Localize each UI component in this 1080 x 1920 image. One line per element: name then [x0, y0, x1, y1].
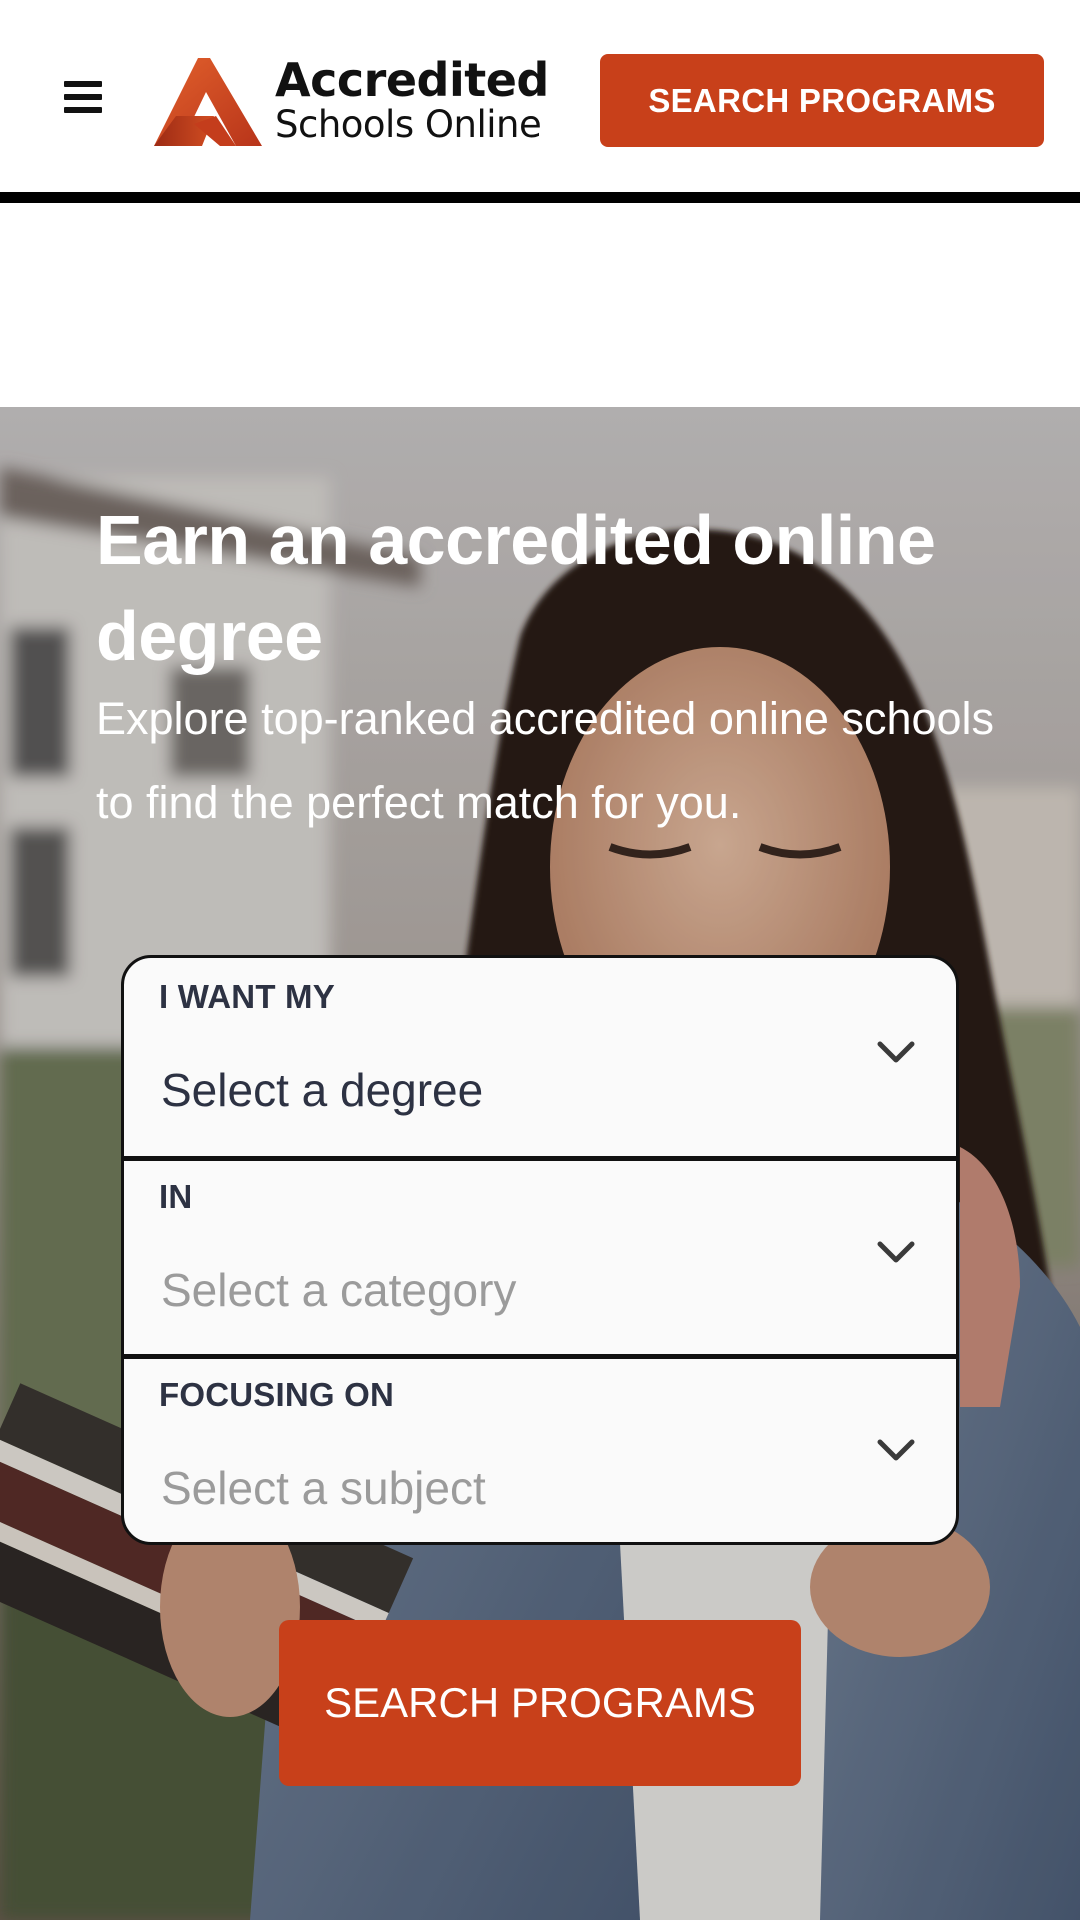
- hero-section: Earn an accredited online degree Explore…: [0, 407, 1080, 1920]
- logo-wordmark-line2: Schools Online: [275, 103, 542, 146]
- degree-select[interactable]: I WANT MY Select a degree: [124, 958, 956, 1155]
- category-select-label: IN: [159, 1178, 193, 1215]
- chevron-down-icon: [877, 1241, 915, 1263]
- category-select[interactable]: IN Select a category: [124, 1156, 956, 1353]
- hero-title: Earn an accredited online degree: [96, 501, 936, 675]
- hamburger-menu-icon[interactable]: [60, 78, 106, 118]
- hero-subtitle: Explore top-ranked accredited online sch…: [96, 693, 995, 828]
- subject-select[interactable]: FOCUSING ON Select a subject: [124, 1354, 956, 1542]
- logo-wordmark-line1: Accredited: [275, 53, 549, 107]
- degree-select-value: Select a degree: [161, 1064, 484, 1116]
- chevron-down-icon: [877, 1041, 915, 1063]
- subject-select-value: Select a subject: [161, 1462, 486, 1514]
- degree-select-label: I WANT MY: [159, 978, 335, 1015]
- program-search-form: I WANT MY Select a degree IN Select a ca…: [121, 955, 959, 1545]
- site-header: Accredited Schools Online SEARCH PROGRAM…: [0, 0, 1080, 203]
- logo-mark-icon: [154, 58, 262, 146]
- search-programs-button[interactable]: SEARCH PROGRAMS: [279, 1620, 801, 1786]
- category-select-value: Select a category: [161, 1264, 517, 1316]
- header-search-programs-button[interactable]: SEARCH PROGRAMS: [600, 54, 1044, 147]
- site-logo[interactable]: Accredited Schools Online: [154, 54, 549, 148]
- subject-select-label: FOCUSING ON: [159, 1376, 395, 1413]
- chevron-down-icon: [877, 1439, 915, 1461]
